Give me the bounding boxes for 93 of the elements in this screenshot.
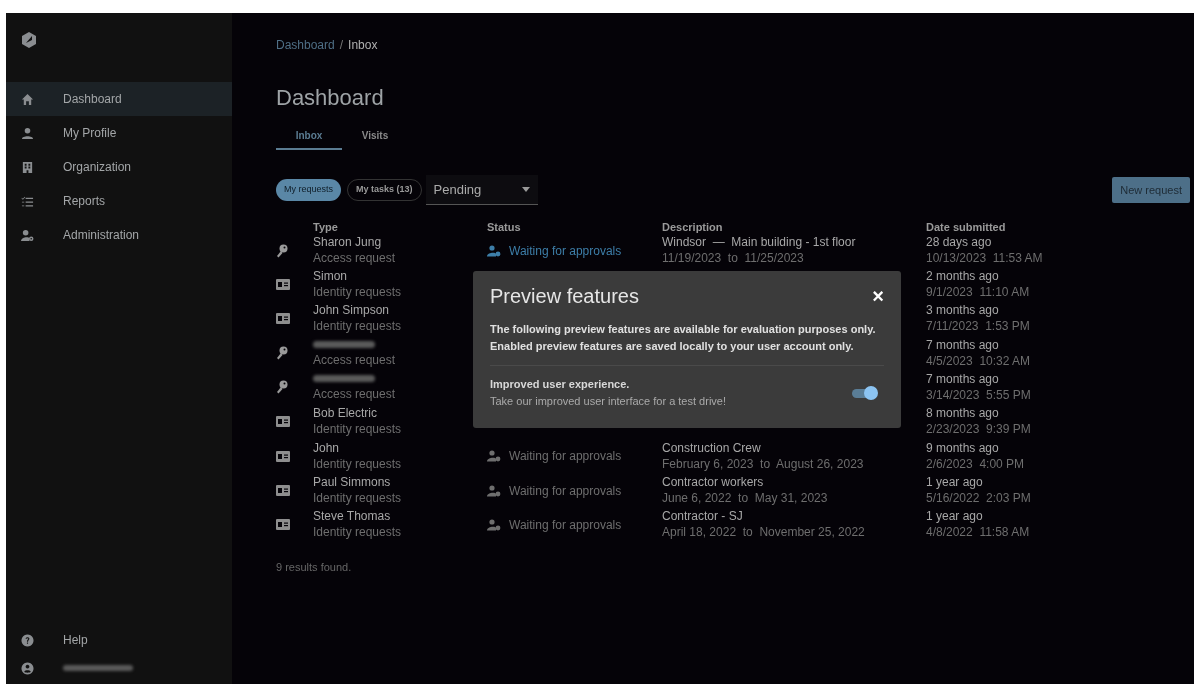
sidebar-item[interactable]: Organization (6, 150, 232, 184)
requester-name: Steve Thomas (313, 508, 392, 525)
status-text: Waiting for approvals (509, 516, 622, 534)
filter-chip[interactable]: My requests (276, 179, 342, 201)
sidebar-item[interactable]: My Profile (6, 116, 232, 150)
request-type: Access request (313, 352, 397, 370)
building-icon (21, 160, 34, 174)
description-text: Contractor workers (662, 474, 765, 491)
logo-icon (22, 32, 36, 48)
user-gear-icon (487, 450, 501, 463)
feature-description: Take our improved user interface for a test drive! (490, 394, 726, 409)
submitted-date: 3/14/2023 5:55 PM (926, 386, 1032, 404)
account-icon (21, 661, 34, 675)
feature-title: Improved user experience. (490, 377, 631, 392)
key-icon (276, 243, 288, 258)
relative-time: 8 months ago (926, 405, 1000, 422)
person-icon (21, 126, 34, 140)
column-header: Type (313, 220, 339, 235)
sidebar-item[interactable]: Dashboard (6, 82, 232, 116)
column-header: Date submitted (926, 220, 1007, 235)
dialog-title: Preview features (490, 284, 639, 309)
user-gear-icon (487, 244, 501, 257)
id-card-icon (276, 416, 290, 428)
request-type: Access request (313, 250, 397, 267)
description-text: Windsor — Main building - 1st floor (662, 234, 857, 250)
help-icon (21, 633, 34, 647)
requester-name: John Simpson (313, 302, 391, 319)
relative-time: 3 months ago (926, 302, 1000, 319)
request-type: Identity requests (313, 524, 403, 542)
status-text: Waiting for approvals (509, 242, 622, 260)
sidebar-item[interactable]: Help (6, 626, 232, 654)
date-range: April 18, 2022 to November 25, 2022 (662, 524, 866, 542)
submitted-date: 2/6/2023 4:00 PM (926, 455, 1026, 473)
relative-time: 1 year ago (926, 474, 984, 491)
submitted-date: 5/16/2022 2:03 PM (926, 490, 1032, 508)
relative-time: 28 days ago (926, 234, 993, 250)
relative-time: 7 months ago (926, 336, 1000, 353)
key-icon (276, 346, 288, 361)
sidebar-item[interactable]: Administration (6, 218, 232, 252)
requester-name: Bob Electric (313, 405, 379, 422)
request-type: Identity requests (313, 283, 403, 301)
relative-time: 1 year ago (926, 508, 984, 525)
date-range: June 6, 2022 to May 31, 2023 (662, 490, 829, 508)
submitted-date: 2/23/2023 9:39 PM (926, 421, 1032, 439)
sidebar-item[interactable]: Reports (6, 184, 232, 218)
breadcrumb-separator: / (339, 37, 344, 54)
checklist-icon (21, 194, 34, 208)
requester-name: Paul Simmons (313, 474, 392, 491)
request-type: Identity requests (313, 421, 403, 439)
submitted-date: 9/1/2023 11:10 AM (926, 283, 1031, 301)
relative-time: 2 months ago (926, 267, 1000, 284)
requester-name: Simon (313, 267, 348, 284)
close-button[interactable]: × (872, 286, 884, 306)
column-header: Status (487, 220, 522, 235)
submitted-date: 10/13/2023 11:53 AM (926, 250, 1044, 267)
id-card-icon (276, 278, 290, 290)
id-card-icon (276, 485, 290, 497)
breadcrumb-current: Inbox (348, 37, 378, 54)
id-card-icon (276, 519, 290, 531)
date-range: February 6, 2023 to August 26, 2023 (662, 455, 865, 473)
request-type: Identity requests (313, 490, 403, 508)
user-gear-icon (487, 518, 501, 531)
status-text: Waiting for approvals (509, 448, 622, 466)
request-type: Identity requests (313, 318, 403, 336)
caret-icon (521, 187, 530, 192)
submitted-date: 7/11/2023 1:53 PM (926, 318, 1031, 336)
tab[interactable]: Visits (342, 122, 408, 150)
date-range: 11/19/2023 to 11/25/2023 (662, 250, 805, 267)
column-header: Description (662, 220, 724, 235)
description-text: Contractor - SJ (662, 508, 744, 525)
tab[interactable]: Inbox (276, 122, 342, 150)
id-card-icon (276, 313, 290, 325)
requester-name: Sharon Jung (313, 234, 383, 250)
submitted-date: 4/5/2023 10:32 AM (926, 352, 1032, 370)
breadcrumb-link[interactable]: Dashboard (276, 36, 335, 54)
status-text: Waiting for approvals (509, 482, 622, 500)
status-select[interactable]: Pending (425, 175, 538, 205)
home-icon (21, 92, 34, 106)
page-title: Dashboard (276, 84, 385, 112)
admin-user-icon (21, 228, 34, 242)
request-type: Access request (313, 386, 397, 404)
relative-time: 9 months ago (926, 439, 1000, 456)
user-gear-icon (487, 484, 501, 497)
relative-time: 7 months ago (926, 370, 1000, 387)
requester-name: John (313, 439, 341, 456)
id-card-icon (276, 450, 290, 462)
submitted-date: 4/8/2022 11:58 AM (926, 524, 1031, 542)
toggle-switch[interactable] (852, 386, 878, 400)
request-type: Identity requests (313, 455, 403, 473)
description-text: Construction Crew (662, 439, 762, 456)
results-count: 9 results found. (276, 559, 353, 575)
dialog-message: The following preview features are available for evaluation purposes only. Enabled preview features are saved locally to your user account only. (490, 322, 877, 354)
key-icon (276, 380, 288, 395)
